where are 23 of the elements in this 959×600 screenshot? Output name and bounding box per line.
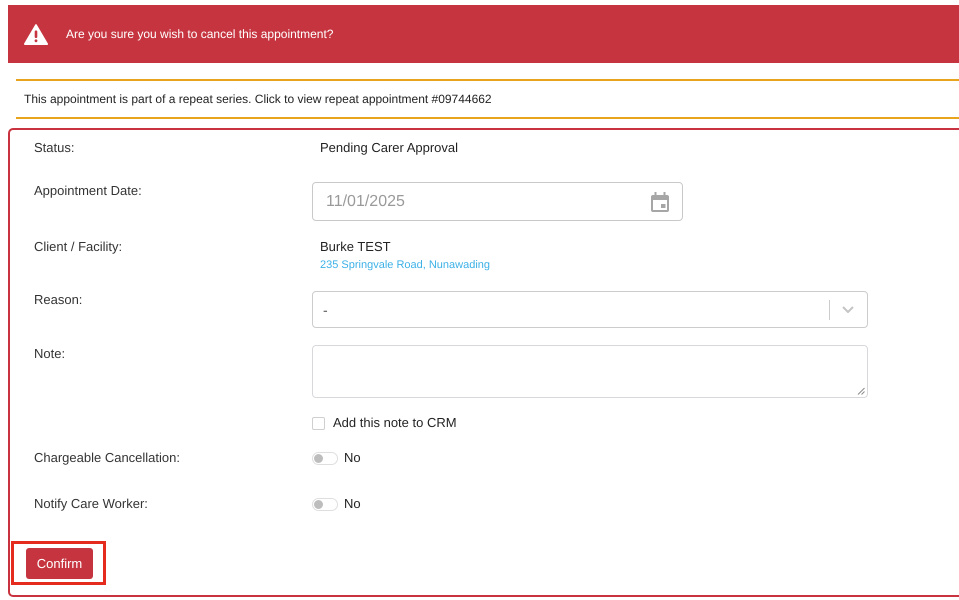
status-value: Pending Carer Approval [319, 140, 460, 156]
chevron-down-icon[interactable] [842, 306, 854, 313]
reason-select[interactable]: - [312, 291, 868, 328]
checkbox[interactable] [312, 416, 325, 430]
field-label: Client / Facility: [34, 239, 124, 255]
resize-grip-icon[interactable] [857, 387, 865, 395]
toggle-switch[interactable] [312, 452, 338, 464]
toggle-value: No [344, 450, 361, 466]
toggle-switch[interactable] [312, 498, 338, 510]
field-label: Note: [34, 345, 66, 362]
field-label: Status: [34, 140, 76, 156]
alert-message: Are you sure you wish to cancel this appointment? [66, 26, 334, 42]
notice-text[interactable]: This appointment is part of a repeat series. Click to view repeat appointment #09744662 [24, 92, 492, 106]
toggle-value: No [344, 496, 361, 512]
checkbox-label[interactable]: Add this note to CRM [333, 415, 457, 431]
field-label: Appointment Date: [34, 182, 143, 199]
field-label: Reason: [34, 291, 84, 308]
warning-icon [24, 24, 48, 44]
client-name: Burke TEST [319, 239, 391, 255]
field-label: Chargeable Cancellation: [34, 450, 181, 466]
confirm-button[interactable]: Confirm [26, 548, 93, 579]
note-field[interactable] [312, 345, 868, 398]
field-label: Notify Care Worker: [34, 496, 149, 512]
